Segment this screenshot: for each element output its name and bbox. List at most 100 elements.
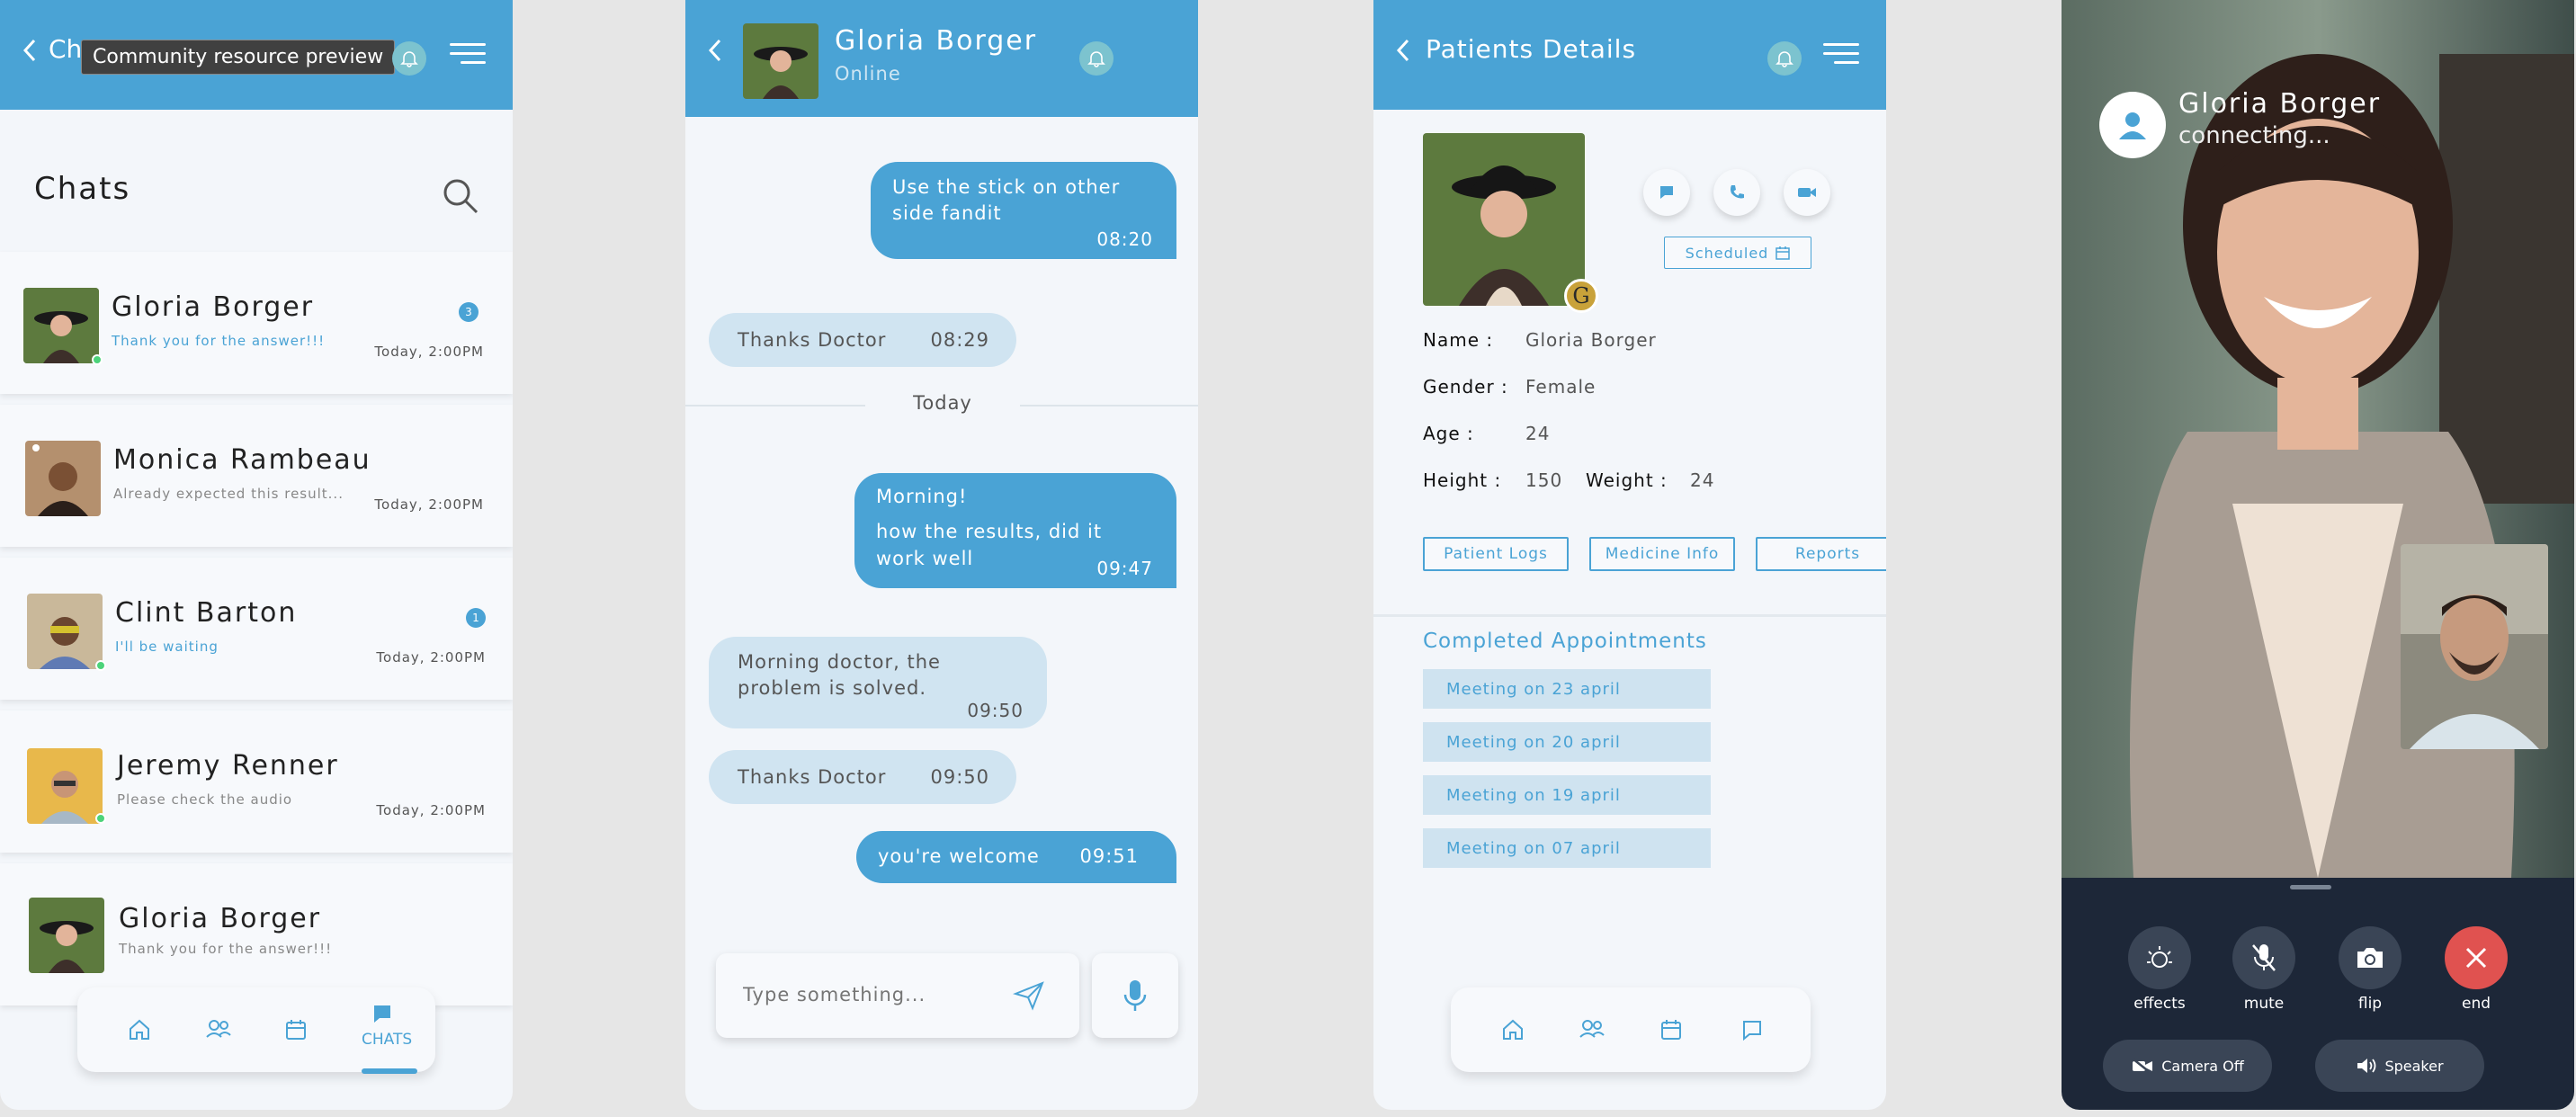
- avatar: [25, 441, 101, 516]
- appointment-item[interactable]: Meeting on 19 april: [1423, 775, 1711, 815]
- patient-photo: [1423, 133, 1585, 306]
- chat-preview: Please check the audio: [117, 791, 293, 808]
- avatar: [23, 288, 99, 363]
- chat-item[interactable]: Gloria Borger Thank you for the answer!!…: [0, 252, 513, 394]
- gender-label: Gender :: [1423, 376, 1508, 398]
- effects-label: effects: [2133, 995, 2186, 1013]
- patient-details-screen: Patients Details G Scheduled Name : Glor…: [1373, 0, 1886, 1110]
- end-label: end: [2461, 995, 2491, 1013]
- online-indicator: [92, 354, 103, 365]
- speaker-button[interactable]: Speaker: [2315, 1040, 2484, 1092]
- avatar: [27, 594, 103, 669]
- chat-icon[interactable]: [1737, 1014, 1767, 1045]
- search-icon[interactable]: [441, 176, 480, 216]
- message-time: 09:50: [967, 700, 1024, 721]
- end-call-button[interactable]: [2445, 926, 2508, 989]
- video-button[interactable]: [1784, 169, 1830, 216]
- effects-icon: [2147, 946, 2172, 968]
- tab-patient-logs[interactable]: Patient Logs: [1423, 537, 1569, 571]
- chat-item[interactable]: Monica Rambeau Already expected this res…: [0, 405, 513, 547]
- chat-time: Today, 2:00PM: [374, 496, 484, 513]
- back-icon[interactable]: [22, 38, 38, 63]
- chat-name: Jeremy Renner: [117, 750, 339, 782]
- chat-preview: Already expected this result...: [113, 486, 344, 502]
- chat-preview: I'll be waiting: [115, 639, 219, 655]
- home-icon[interactable]: [1498, 1014, 1528, 1045]
- message-time: 09:50: [930, 766, 989, 788]
- bell-icon[interactable]: [1767, 41, 1802, 76]
- mic-icon: [1123, 980, 1147, 1011]
- call-button[interactable]: [1713, 169, 1760, 216]
- chat-item[interactable]: Jeremy Renner Please check the audio Tod…: [0, 710, 513, 853]
- tab-medicine-info[interactable]: Medicine Info: [1589, 537, 1735, 571]
- bottom-nav: CHATS: [77, 987, 435, 1074]
- chat-preview: Thank you for the answer!!!: [112, 333, 326, 349]
- online-indicator: [95, 813, 106, 824]
- header-title: Ch: [49, 34, 83, 64]
- flip-button[interactable]: [2339, 926, 2402, 989]
- user-icon: [2119, 112, 2146, 139]
- send-icon[interactable]: [1013, 980, 1045, 1011]
- drag-handle[interactable]: [2290, 885, 2331, 889]
- nav-label-chats[interactable]: CHATS: [362, 1031, 412, 1049]
- effects-button[interactable]: [2128, 926, 2191, 989]
- chat-time: Today, 2:00PM: [376, 802, 486, 818]
- message-time: 08:29: [930, 329, 989, 351]
- self-video-preview[interactable]: [2401, 544, 2548, 749]
- height-value: 150: [1525, 469, 1563, 491]
- chat-item[interactable]: Gloria Borger Thank you for the answer!!…: [0, 863, 513, 1005]
- chat-preview: Thank you for the answer!!!: [119, 941, 333, 957]
- chat-item[interactable]: Clint Barton I'll be waiting 1 Today, 2:…: [0, 558, 513, 700]
- camera-flip-icon: [2357, 948, 2383, 968]
- bell-icon[interactable]: [1079, 41, 1114, 76]
- users-icon[interactable]: [1577, 1014, 1607, 1045]
- message-time: 08:20: [1096, 228, 1153, 250]
- mic-off-icon: [2252, 944, 2276, 971]
- appointment-item[interactable]: Meeting on 07 april: [1423, 828, 1711, 868]
- appointment-item[interactable]: Meeting on 23 april: [1423, 669, 1711, 709]
- bottom-nav: [1451, 987, 1811, 1072]
- chat-icon[interactable]: [367, 998, 398, 1029]
- unread-badge: 3: [459, 302, 479, 322]
- weight-value: 24: [1690, 469, 1715, 491]
- back-icon[interactable]: [707, 38, 723, 63]
- mute-label: mute: [2243, 995, 2285, 1013]
- close-icon: [2465, 947, 2487, 969]
- bell-icon[interactable]: [392, 41, 426, 76]
- divider: [1373, 614, 1886, 617]
- appointment-item[interactable]: Meeting on 20 april: [1423, 722, 1711, 762]
- message-bubble-in: Morning doctor, the problem is solved. 0…: [709, 637, 1047, 728]
- tab-reports[interactable]: Reports: [1756, 537, 1886, 571]
- chat-name: Monica Rambeau: [113, 444, 371, 476]
- divider: [685, 405, 865, 407]
- home-icon[interactable]: [124, 1014, 155, 1045]
- calendar-icon[interactable]: [281, 1014, 311, 1045]
- menu-icon[interactable]: [450, 43, 486, 70]
- camera-off-button[interactable]: Camera Off: [2103, 1040, 2272, 1092]
- menu-icon[interactable]: [1823, 43, 1859, 70]
- date-separator: Today: [913, 392, 972, 414]
- online-indicator: [95, 660, 106, 671]
- message-input[interactable]: [743, 978, 1004, 1011]
- message-button[interactable]: [1643, 169, 1690, 216]
- tooltip: Community resource preview: [81, 40, 396, 75]
- message-bubble-in: Thanks Doctor 08:29: [709, 313, 1016, 367]
- caller-name: Gloria Borger: [2178, 88, 2382, 120]
- chat-time: Today, 2:00PM: [374, 344, 484, 360]
- message-bubble-in: Thanks Doctor 09:50: [709, 750, 1016, 804]
- active-tab-indicator: [362, 1068, 417, 1074]
- message-bubble-out: Morning! how the results, did it work we…: [854, 473, 1176, 588]
- name-label: Name :: [1423, 329, 1494, 351]
- calendar-icon[interactable]: [1656, 1014, 1686, 1045]
- chats-header: Ch Community resource preview: [0, 0, 513, 110]
- mic-button[interactable]: [1092, 953, 1178, 1038]
- video-icon: [1798, 188, 1816, 197]
- back-icon[interactable]: [1395, 38, 1411, 63]
- video-off-icon: [2132, 1058, 2153, 1074]
- users-icon[interactable]: [203, 1014, 234, 1045]
- mute-button[interactable]: [2232, 926, 2295, 989]
- chat-time: Today, 2:00PM: [376, 649, 486, 666]
- gender-value: Female: [1525, 376, 1597, 398]
- scheduled-button[interactable]: Scheduled: [1664, 237, 1811, 269]
- message-bubble-out: you're welcome 09:51: [856, 831, 1176, 883]
